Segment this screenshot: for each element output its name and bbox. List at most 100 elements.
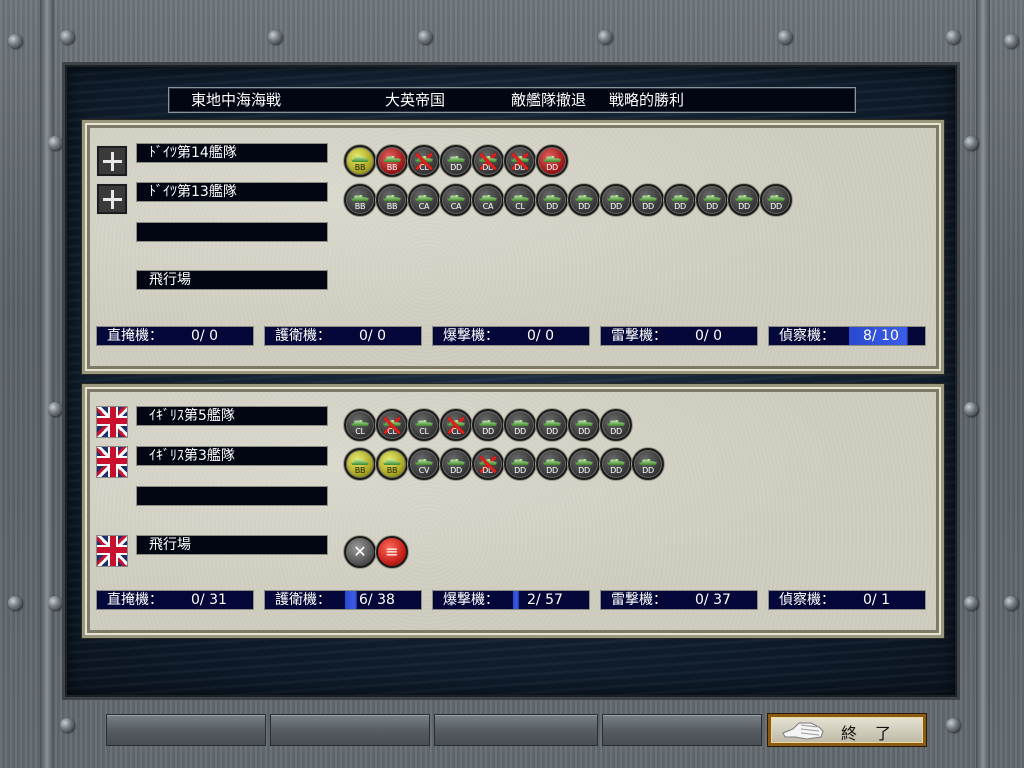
ship-class-label: DD (674, 202, 686, 211)
warship-silhouette-icon (447, 459, 465, 465)
bottom-bar-segment (106, 714, 266, 746)
aircraft-count: 雷撃機： 0/ 0 (600, 326, 758, 346)
fleet-name[interactable]: ｲｷﾞﾘｽ第5艦隊 (136, 406, 328, 426)
fleet-name[interactable]: ﾄﾞｲﾂ第13艦隊 (136, 182, 328, 202)
ship-icon[interactable]: DD (504, 448, 536, 480)
ship-sunk-icon[interactable]: CL (440, 409, 472, 441)
warship-silhouette-icon (415, 459, 433, 465)
ship-sunk-icon[interactable]: DD (472, 448, 504, 480)
ship-icon[interactable]: DD (728, 184, 760, 216)
ship-icon[interactable]: CL (408, 409, 440, 441)
ship-icon[interactable]: BB (376, 448, 408, 480)
ship-sunk-icon[interactable]: DD (472, 145, 504, 177)
ship-icon[interactable]: DD (632, 448, 664, 480)
warship-silhouette-icon (575, 195, 593, 201)
ship-sunk-icon[interactable]: CL (376, 409, 408, 441)
ship-sunk-icon[interactable]: DD (504, 145, 536, 177)
fleet-ship-list: CL CL CL CL DD DD DD DD DD (344, 409, 632, 441)
ship-icon[interactable]: DD (536, 448, 568, 480)
ship-class-label: CL (451, 427, 461, 436)
ship-class-label: CL (419, 427, 429, 436)
rivet (268, 30, 282, 44)
ship-class-label: DD (514, 466, 526, 475)
warship-silhouette-icon (607, 195, 625, 201)
ship-icon[interactable]: DD (600, 184, 632, 216)
fleet-name[interactable]: ﾄﾞｲﾂ第14艦隊 (136, 143, 328, 163)
ship-icon[interactable]: CL (504, 184, 536, 216)
warship-silhouette-icon (383, 420, 401, 426)
ship-class-label: DD (578, 202, 590, 211)
aircraft-count: 爆撃機： 2/ 57 (432, 590, 590, 610)
ship-icon[interactable]: DD (440, 448, 472, 480)
ship-class-label: BB (386, 466, 398, 475)
ship-class-label: DD (450, 163, 462, 172)
warship-silhouette-icon (351, 156, 369, 162)
aircraft-count-value: 0/ 31 (191, 592, 227, 608)
ship-icon[interactable]: DD (600, 448, 632, 480)
battle-event: 敵艦隊撤退 (511, 91, 587, 109)
aircraft-count-value: 8/ 10 (849, 327, 923, 345)
ship-icon[interactable]: DD (664, 184, 696, 216)
germany-flag-icon (96, 145, 128, 177)
ship-class-label: DD (514, 163, 526, 172)
ship-icon[interactable]: CL (344, 409, 376, 441)
ship-class-label: CL (419, 163, 429, 172)
ship-icon[interactable]: DD (600, 409, 632, 441)
end-button-label: 終了 (841, 724, 910, 743)
battle-name: 東地中海海戦 (191, 91, 282, 109)
fleet-name[interactable]: ｲｷﾞﾘｽ第3艦隊 (136, 446, 328, 466)
ship-class-label: DD (482, 466, 494, 475)
ship-icon[interactable]: DD (536, 184, 568, 216)
red-banner-icon[interactable]: ≡ (376, 536, 408, 568)
ship-sunk-icon[interactable]: CL (408, 145, 440, 177)
warship-silhouette-icon (351, 420, 369, 426)
union-jack-flag-icon (96, 406, 128, 438)
ship-icon[interactable]: DD (440, 145, 472, 177)
aircraft-count-value: 0/ 37 (695, 592, 731, 608)
ship-icon[interactable]: DD (632, 184, 664, 216)
warship-silhouette-icon (479, 420, 497, 426)
ship-icon[interactable]: CA (408, 184, 440, 216)
warship-silhouette-icon (767, 195, 785, 201)
airfield-name[interactable]: 飛行場 (136, 535, 328, 555)
union-jack-flag-icon (96, 535, 128, 567)
rivet (946, 718, 960, 732)
ship-icon[interactable]: DD (568, 448, 600, 480)
ship-icon[interactable]: DD (536, 409, 568, 441)
warship-silhouette-icon (543, 459, 561, 465)
warship-silhouette-icon (415, 156, 433, 162)
ship-icon[interactable]: DD (568, 184, 600, 216)
airfield-name[interactable]: 飛行場 (136, 270, 328, 290)
bottom-bar-segment (602, 714, 762, 746)
ship-class-label: DD (610, 427, 622, 436)
warship-silhouette-icon (639, 459, 657, 465)
ship-icon[interactable]: BB (344, 145, 376, 177)
end-button[interactable]: 終了 (768, 714, 926, 746)
ship-icon[interactable]: DD (536, 145, 568, 177)
ship-icon[interactable]: DD (760, 184, 792, 216)
aircraft-type-label: 直掩機： (107, 592, 163, 608)
aircraft-count-value: 0/ 0 (527, 328, 554, 344)
crossed-guns-icon[interactable]: ✕ (344, 536, 376, 568)
ship-icon[interactable]: DD (568, 409, 600, 441)
fleet-ship-list: BB BB CA CA CA CL DD DD DD DD DD DD DD DD (344, 184, 792, 216)
ship-icon[interactable]: DD (472, 409, 504, 441)
ship-icon[interactable]: DD (696, 184, 728, 216)
aircraft-type-label: 偵察機： (779, 592, 835, 608)
ship-class-label: DD (706, 202, 718, 211)
ship-class-label: DD (642, 202, 654, 211)
aircraft-count: 直掩機： 0/ 31 (96, 590, 254, 610)
warship-silhouette-icon (735, 195, 753, 201)
ship-icon[interactable]: DD (504, 409, 536, 441)
ship-icon[interactable]: BB (376, 184, 408, 216)
ship-icon[interactable]: BB (344, 448, 376, 480)
rivet (1004, 596, 1018, 610)
ship-icon[interactable]: CA (472, 184, 504, 216)
ship-icon[interactable]: BB (344, 184, 376, 216)
warship-silhouette-icon (639, 195, 657, 201)
glove-icon (782, 722, 824, 740)
ship-icon[interactable]: CA (440, 184, 472, 216)
warship-silhouette-icon (479, 156, 497, 162)
ship-icon[interactable]: CV (408, 448, 440, 480)
ship-icon[interactable]: BB (376, 145, 408, 177)
